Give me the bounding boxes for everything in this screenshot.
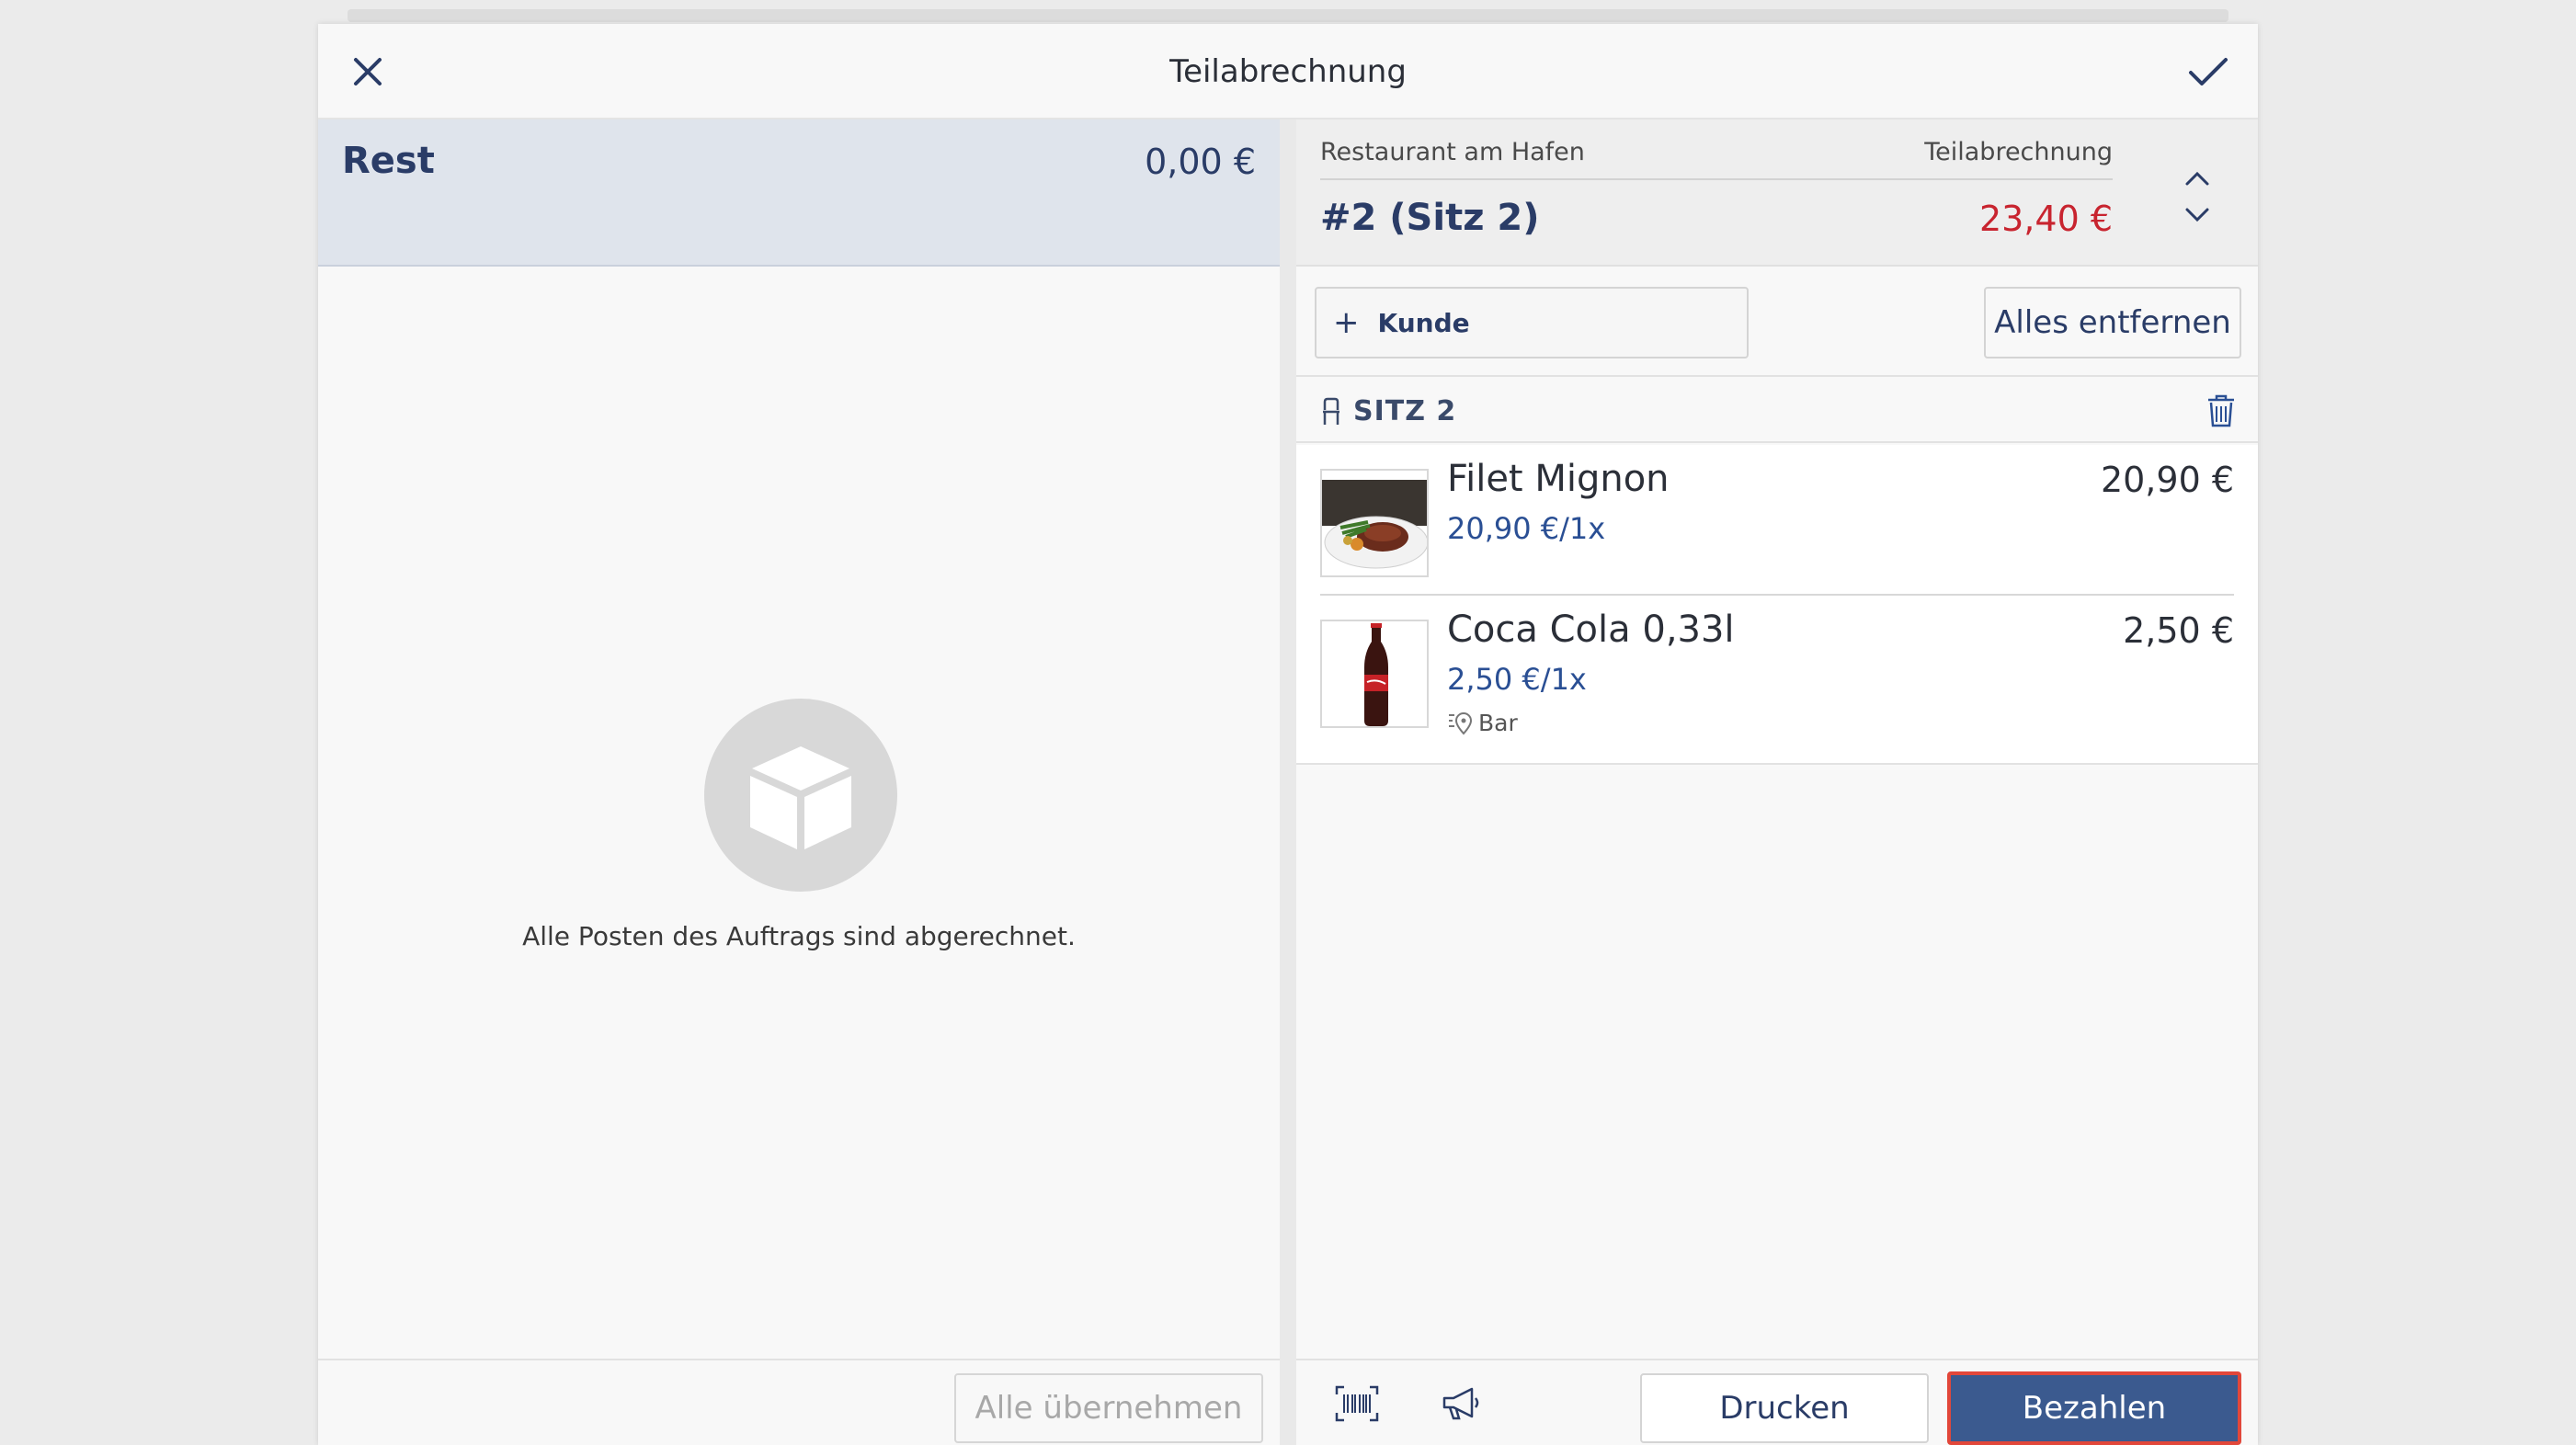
item-unit-price: 2,50 €/1x bbox=[1447, 662, 1587, 697]
add-customer-label: Kunde bbox=[1377, 307, 1470, 338]
box-icon bbox=[704, 699, 897, 892]
item-station: Bar bbox=[1447, 710, 1518, 736]
chevron-up-icon bbox=[2185, 171, 2209, 186]
item-name: Coca Cola 0,33l bbox=[1447, 609, 1735, 651]
barcode-scan-button[interactable] bbox=[1331, 1381, 1383, 1427]
dialog-header: Teilabrechnung bbox=[318, 24, 2258, 119]
order-name: #2 (Sitz 2) bbox=[1320, 197, 1540, 239]
pay-button[interactable]: Bezahlen bbox=[1947, 1371, 2241, 1445]
add-customer-button[interactable]: + Kunde bbox=[1315, 287, 1749, 358]
announce-button[interactable] bbox=[1436, 1381, 1487, 1427]
cola-thumbnail bbox=[1320, 620, 1429, 728]
trash-icon[interactable] bbox=[2206, 393, 2236, 428]
pane-divider bbox=[1280, 119, 1296, 1445]
item-price: 20,90 € bbox=[2100, 460, 2234, 500]
item-station-label: Bar bbox=[1478, 710, 1518, 736]
previous-split-button[interactable] bbox=[2177, 162, 2217, 195]
rest-label: Rest bbox=[342, 140, 435, 182]
order-item[interactable]: Coca Cola 0,33l 2,50 €/1x 2,50 € Bar bbox=[1296, 596, 2258, 765]
venue-name: Restaurant am Hafen bbox=[1320, 138, 1585, 166]
plus-icon: + bbox=[1333, 304, 1360, 341]
seat-group-header: SITZ 2 bbox=[1296, 379, 2258, 443]
left-footer: Alle übernehmen bbox=[318, 1359, 1280, 1445]
item-name: Filet Mignon bbox=[1447, 458, 1670, 500]
station-pin-icon bbox=[1449, 711, 1473, 735]
item-price: 2,50 € bbox=[2123, 610, 2234, 651]
dialog-title: Teilabrechnung bbox=[1169, 53, 1407, 90]
item-unit-price: 20,90 €/1x bbox=[1447, 511, 1606, 546]
print-button[interactable]: Drucken bbox=[1640, 1373, 1929, 1443]
barcode-icon bbox=[1335, 1385, 1379, 1422]
split-bill-dialog: Teilabrechnung Rest 0,00 € Alle Posten d… bbox=[318, 24, 2258, 1445]
order-item[interactable]: Filet Mignon 20,90 €/1x 20,90 € bbox=[1296, 445, 2258, 596]
remaining-pane: Rest 0,00 € Alle Posten des Auftrags sin… bbox=[318, 119, 1280, 1445]
remove-all-button[interactable]: Alles entfernen bbox=[1984, 287, 2241, 358]
empty-message: Alle Posten des Auftrags sind abgerechne… bbox=[522, 921, 1076, 951]
rest-value: 0,00 € bbox=[1145, 142, 1256, 182]
seat-label: SITZ 2 bbox=[1353, 395, 1457, 427]
next-split-button[interactable] bbox=[2177, 199, 2217, 232]
header-rule bbox=[1320, 178, 2113, 180]
seat-icon bbox=[1323, 397, 1339, 425]
split-pane: Restaurant am Hafen Teilabrechnung #2 (S… bbox=[1296, 119, 2258, 1445]
split-label: Teilabrechnung bbox=[1924, 138, 2113, 166]
chevron-down-icon bbox=[2185, 208, 2209, 222]
order-total: 23,40 € bbox=[1978, 199, 2113, 239]
steak-thumbnail bbox=[1320, 469, 1429, 577]
check-icon bbox=[2189, 58, 2228, 85]
right-footer: Drucken Bezahlen bbox=[1296, 1359, 2258, 1445]
megaphone-icon bbox=[1442, 1387, 1479, 1420]
take-all-button[interactable]: Alle übernehmen bbox=[954, 1373, 1263, 1443]
confirm-button[interactable] bbox=[2181, 44, 2236, 99]
rest-summary: Rest 0,00 € bbox=[318, 119, 1280, 267]
action-row: + Kunde Alles entfernen bbox=[1296, 268, 2258, 377]
order-header: Restaurant am Hafen Teilabrechnung #2 (S… bbox=[1296, 119, 2258, 267]
background-window-edge bbox=[348, 9, 2228, 22]
